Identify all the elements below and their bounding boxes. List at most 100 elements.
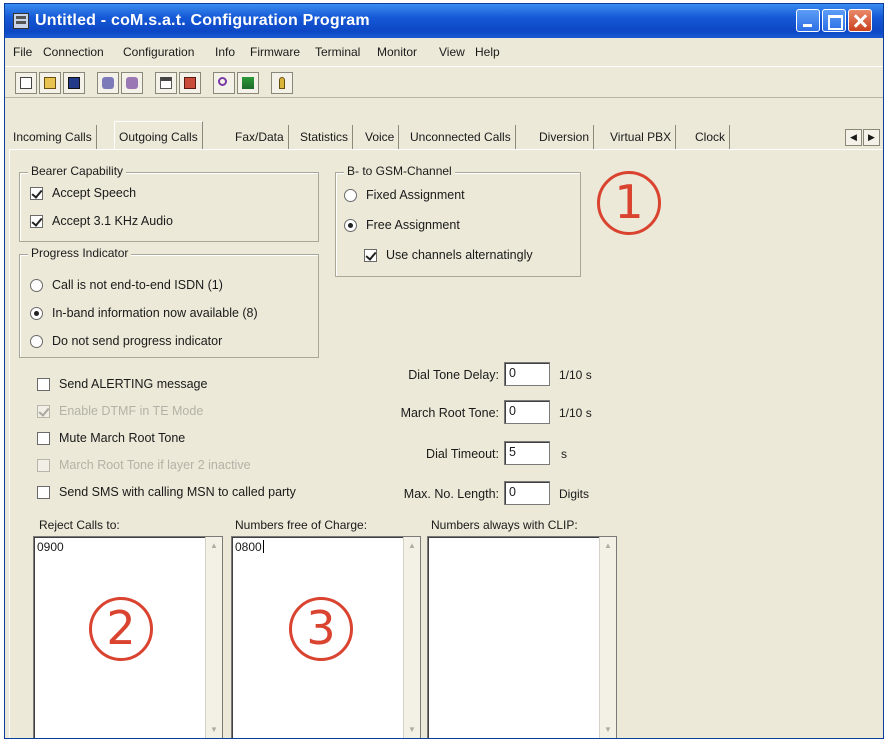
free-numbers-scrollbar[interactable]: ▲ ▼ [403,537,420,738]
maximize-button[interactable] [822,9,846,32]
enable-dtmf-checkbox [37,405,50,418]
help-icon[interactable] [271,72,293,94]
clip-numbers-scrollbar[interactable]: ▲ ▼ [599,537,616,738]
dial-timeout-unit: s [561,447,567,461]
enable-dtmf-label: Enable DTMF in TE Mode [59,404,204,418]
text-cursor [262,540,264,553]
gsm-channel-title: B- to GSM-Channel [344,164,455,178]
menu-file[interactable]: File [13,45,32,59]
max-no-length-label: Max. No. Length: [403,487,499,501]
march-root-tone-input[interactable]: 0 [504,400,550,424]
title-bar[interactable]: Untitled - coM.s.a.t. Configuration Prog… [5,4,883,38]
scroll-down-icon[interactable]: ▼ [406,723,418,737]
send-alerting-checkbox[interactable] [37,378,50,391]
send-alerting-label: Send ALERTING message [59,377,208,391]
tab-virtual-pbx[interactable]: Virtual PBX [606,125,677,149]
march-root-layer2-checkbox [37,459,50,472]
accept-speech-label: Accept Speech [52,186,137,200]
menu-terminal[interactable]: Terminal [315,45,360,59]
disconnect-icon[interactable] [121,72,143,94]
marker-3: 3 [289,597,353,661]
dial-tone-delay-input[interactable]: 0 [504,362,550,386]
progress-opt2-label: In-band information now available (8) [52,306,258,320]
marker-2: 2 [89,597,153,661]
tab-diversion[interactable]: Diversion [535,125,595,149]
app-window: Untitled - coM.s.a.t. Configuration Prog… [4,3,884,739]
tab-scroll-left-icon[interactable]: ◀ [845,129,862,146]
tab-strip: Incoming Calls Outgoing Calls Fax/Data S… [5,121,883,149]
use-channels-alternatingly-checkbox[interactable] [364,249,377,262]
fixed-assignment-radio[interactable] [344,189,357,202]
tab-clock[interactable]: Clock [691,125,731,149]
tab-voice[interactable]: Voice [361,125,400,149]
march-root-layer2-label: March Root Tone if layer 2 inactive [59,458,251,472]
dial-timeout-input[interactable]: 5 [504,441,550,465]
close-button[interactable] [848,9,872,32]
march-root-tone-unit: 1/10 s [559,406,592,420]
max-no-length-unit: Digits [559,487,590,501]
search-icon[interactable] [213,72,235,94]
minimize-button[interactable] [796,9,820,32]
march-root-tone-label: March Root Tone: [400,406,499,420]
tab-fax-data[interactable]: Fax/Data [231,125,289,149]
dial-tone-delay-label: Dial Tone Delay: [408,368,499,382]
reject-calls-scrollbar[interactable]: ▲ ▼ [205,537,222,738]
scroll-up-icon[interactable]: ▲ [208,539,220,553]
menu-bar: File Connection Configuration Info Firmw… [5,40,883,64]
bearer-capability-group: Bearer Capability Accept Speech Accept 3… [19,164,319,242]
reject-calls-label: Reject Calls to: [39,518,120,532]
new-file-icon[interactable] [15,72,37,94]
tab-incoming-calls[interactable]: Incoming Calls [9,125,97,149]
menu-firmware[interactable]: Firmware [250,45,300,59]
free-assignment-label: Free Assignment [366,218,460,232]
marker-1: 1 [597,171,661,235]
scroll-up-icon[interactable]: ▲ [602,539,614,553]
connect-icon[interactable] [97,72,119,94]
app-icon[interactable] [13,13,29,29]
progress-opt3-radio[interactable] [30,335,43,348]
open-folder-icon[interactable] [39,72,61,94]
send-sms-label: Send SMS with calling MSN to called part… [59,485,296,499]
tab-statistics[interactable]: Statistics [296,125,354,149]
bearer-capability-title: Bearer Capability [28,164,127,178]
firmware-icon[interactable] [237,72,259,94]
progress-opt1-radio[interactable] [30,279,43,292]
free-assignment-radio[interactable] [344,219,357,232]
clip-numbers-list[interactable]: ▲ ▼ [427,536,617,738]
mute-march-root-tone-checkbox[interactable] [37,432,50,445]
fixed-assignment-label: Fixed Assignment [366,188,465,202]
menu-help[interactable]: Help [475,45,500,59]
progress-opt1-label: Call is not end-to-end ISDN (1) [52,278,223,292]
tab-scroll-right-icon[interactable]: ▶ [863,129,880,146]
accept-audio-label: Accept 3.1 KHz Audio [52,214,173,228]
menu-configuration[interactable]: Configuration [123,45,194,59]
progress-opt2-radio[interactable] [30,307,43,320]
save-disk-icon[interactable] [63,72,85,94]
scroll-down-icon[interactable]: ▼ [602,723,614,737]
send-sms-checkbox[interactable] [37,486,50,499]
gsm-channel-group: B- to GSM-Channel Fixed Assignment Free … [335,164,581,277]
menu-view[interactable]: View [439,45,465,59]
menu-monitor[interactable]: Monitor [377,45,417,59]
accept-audio-checkbox[interactable] [30,215,43,228]
free-numbers-label: Numbers free of Charge: [235,518,368,532]
scroll-down-icon[interactable]: ▼ [208,723,220,737]
free-numbers-value: 0800 [235,540,264,554]
menu-info[interactable]: Info [215,45,235,59]
tab-outgoing-calls[interactable]: Outgoing Calls [114,121,203,149]
progress-indicator-group: Progress Indicator Call is not end-to-en… [19,246,319,358]
progress-indicator-title: Progress Indicator [28,246,132,260]
reject-calls-value: 0900 [37,540,64,554]
toolbar [5,66,883,98]
accept-speech-checkbox[interactable] [30,187,43,200]
dial-tone-delay-unit: 1/10 s [559,368,592,382]
window-title: Untitled - coM.s.a.t. Configuration Prog… [35,12,370,29]
clip-numbers-label: Numbers always with CLIP: [431,518,578,532]
menu-connection[interactable]: Connection [43,45,104,59]
tab-unconnected-calls[interactable]: Unconnected Calls [406,125,516,149]
use-channels-alternatingly-label: Use channels alternatingly [386,248,533,262]
write-config-icon[interactable] [179,72,201,94]
max-no-length-input[interactable]: 0 [504,481,550,505]
read-config-icon[interactable] [155,72,177,94]
scroll-up-icon[interactable]: ▲ [406,539,418,553]
